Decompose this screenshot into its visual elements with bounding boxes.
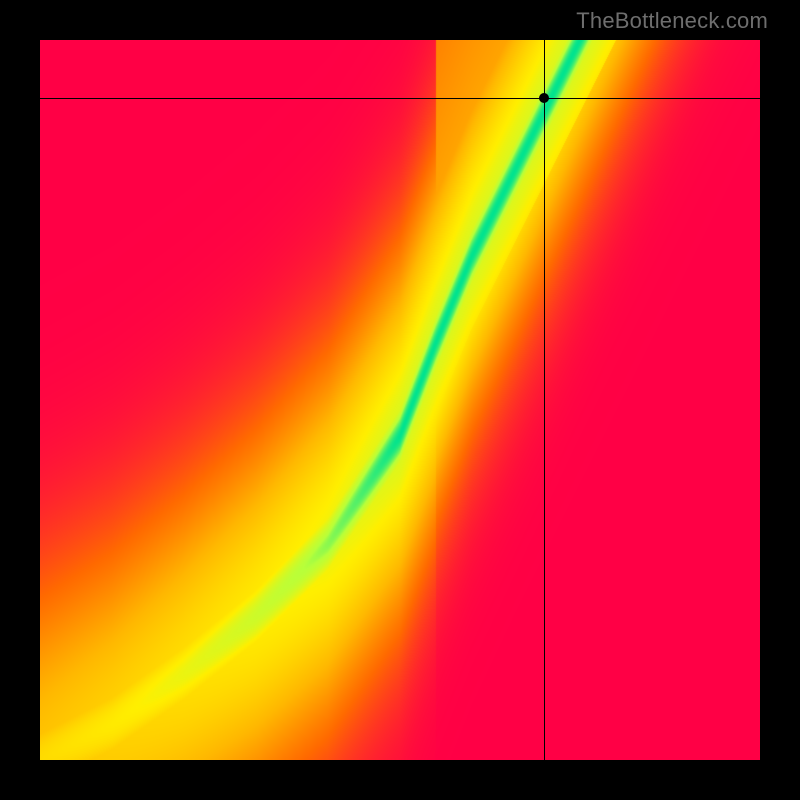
watermark-text: TheBottleneck.com xyxy=(576,8,768,34)
crosshair-dot xyxy=(539,93,549,103)
crosshair-horizontal xyxy=(40,98,760,99)
chart-container: TheBottleneck.com xyxy=(0,0,800,800)
crosshair-vertical xyxy=(544,40,545,760)
heatmap-canvas xyxy=(40,40,760,760)
